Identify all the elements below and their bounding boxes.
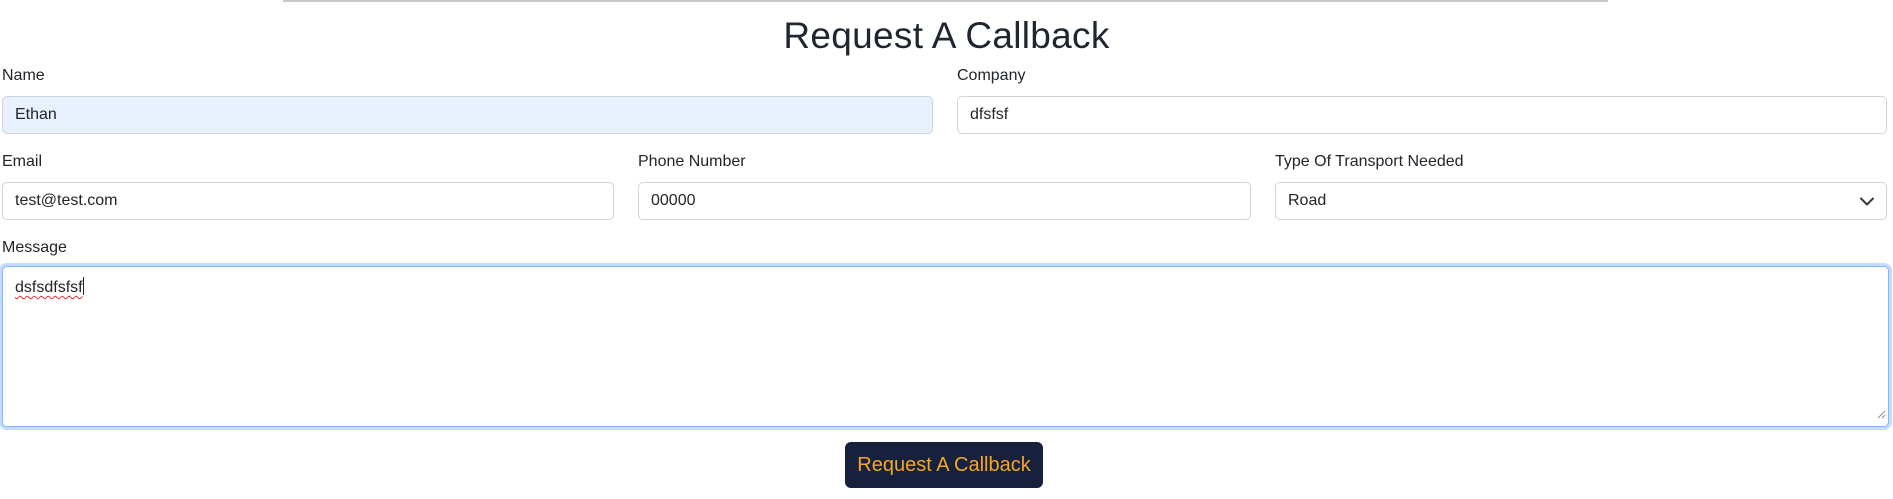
transport-label: Type Of Transport Needed (1275, 153, 1464, 170)
company-label: Company (957, 67, 1026, 84)
request-callback-button[interactable]: Request A Callback (845, 442, 1043, 488)
message-textarea[interactable]: dsfsdfsfsf (2, 266, 1889, 427)
email-label: Email (2, 153, 43, 170)
message-text: dsfsdfsfsf (15, 279, 83, 296)
text-caret (82, 277, 84, 295)
top-divider (283, 0, 1608, 2)
page-title: Request A Callback (783, 15, 1110, 56)
name-label: Name (2, 67, 45, 84)
transport-selected-value: Road (1288, 192, 1327, 209)
resize-grip-icon[interactable] (1876, 406, 1886, 424)
phone-input[interactable] (638, 182, 1251, 220)
message-label: Message (2, 239, 67, 256)
phone-label: Phone Number (638, 153, 746, 170)
email-input[interactable] (2, 182, 614, 220)
transport-select[interactable]: Road (1275, 182, 1887, 220)
company-input[interactable] (957, 96, 1887, 134)
name-input[interactable] (2, 96, 933, 134)
chevron-down-icon (1860, 183, 1874, 219)
